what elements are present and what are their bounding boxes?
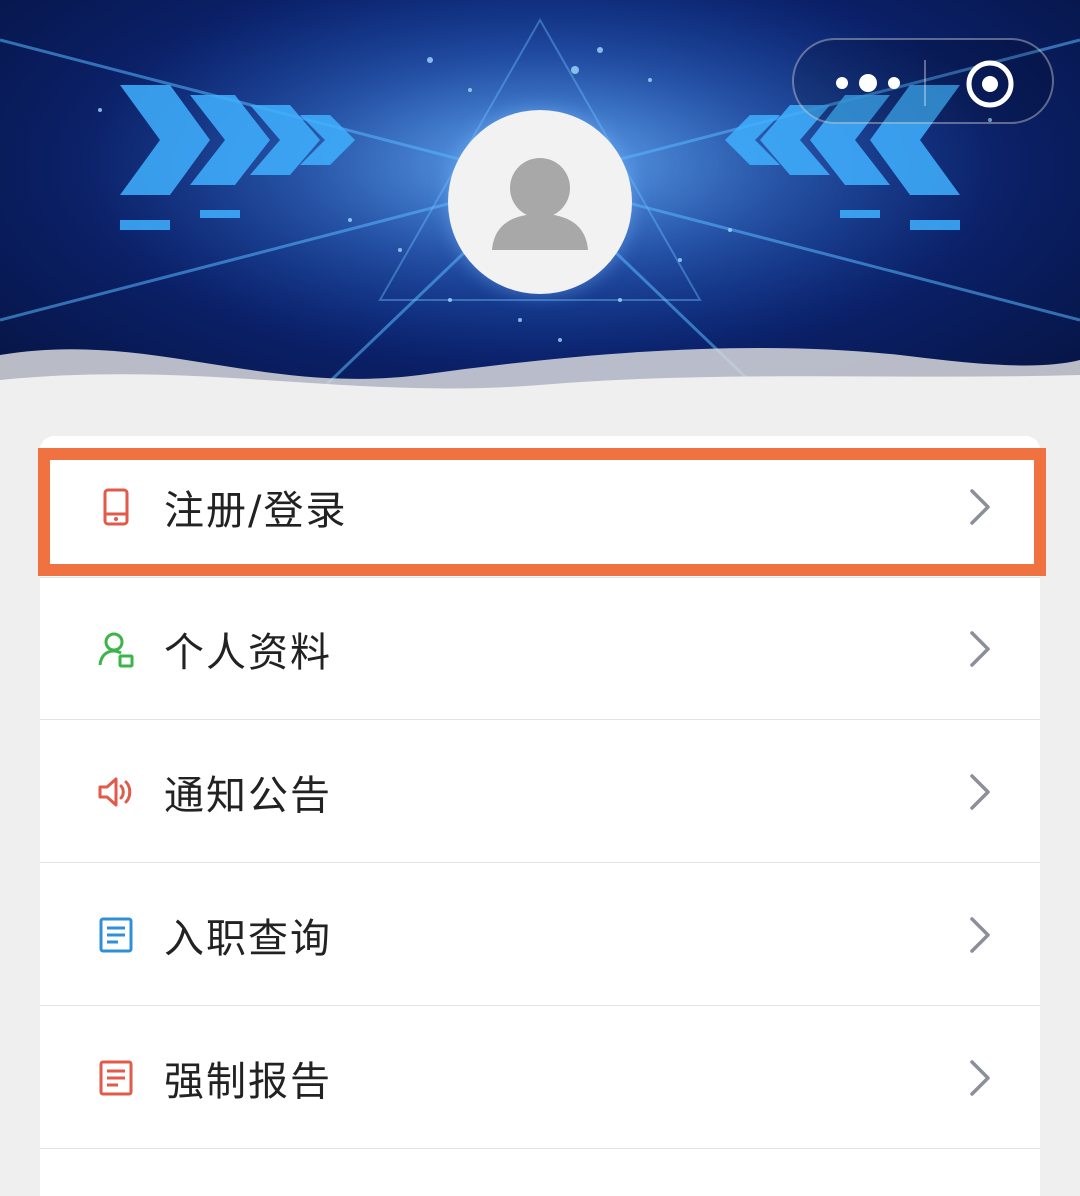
speaker-icon [98,777,132,806]
chevron-right-icon [970,630,990,667]
avatar[interactable] [448,110,632,294]
menu-list: 注册/登录 个人资料 通知公告 入职查询 强制报告 [40,436,1040,1196]
phone-icon [103,488,129,525]
menu-item-notice[interactable]: 通知公告 [40,721,1040,863]
target-circle-icon[interactable] [964,58,1016,110]
menu-item-onboarding-query[interactable]: 入职查询 [40,864,1040,1006]
menu-item-label: 通知公告 [164,772,332,819]
header-banner [0,0,1080,410]
menu-item-label: 个人资料 [164,629,332,676]
chevron-right-icon [970,916,990,953]
user-profile-icon [98,632,134,667]
chevron-right-icon [970,1059,990,1096]
chevron-right-icon [970,773,990,810]
menu-item-mandatory-report[interactable]: 强制报告 [40,1007,1040,1149]
menu-item-label: 注册/登录 [164,487,348,534]
menu-item-register-login[interactable]: 注册/登录 [40,436,1040,578]
menu-item-label: 入职查询 [164,915,332,962]
more-dots-icon[interactable] [824,62,924,104]
miniprogram-capsule [792,38,1054,124]
default-user-avatar-icon [492,158,588,250]
capsule-divider [924,60,926,106]
menu-item-label: 强制报告 [164,1058,332,1105]
document-icon [99,917,133,952]
chevron-right-icon [970,488,990,525]
menu-item-profile[interactable]: 个人资料 [40,578,1040,720]
document-icon [99,1060,133,1095]
